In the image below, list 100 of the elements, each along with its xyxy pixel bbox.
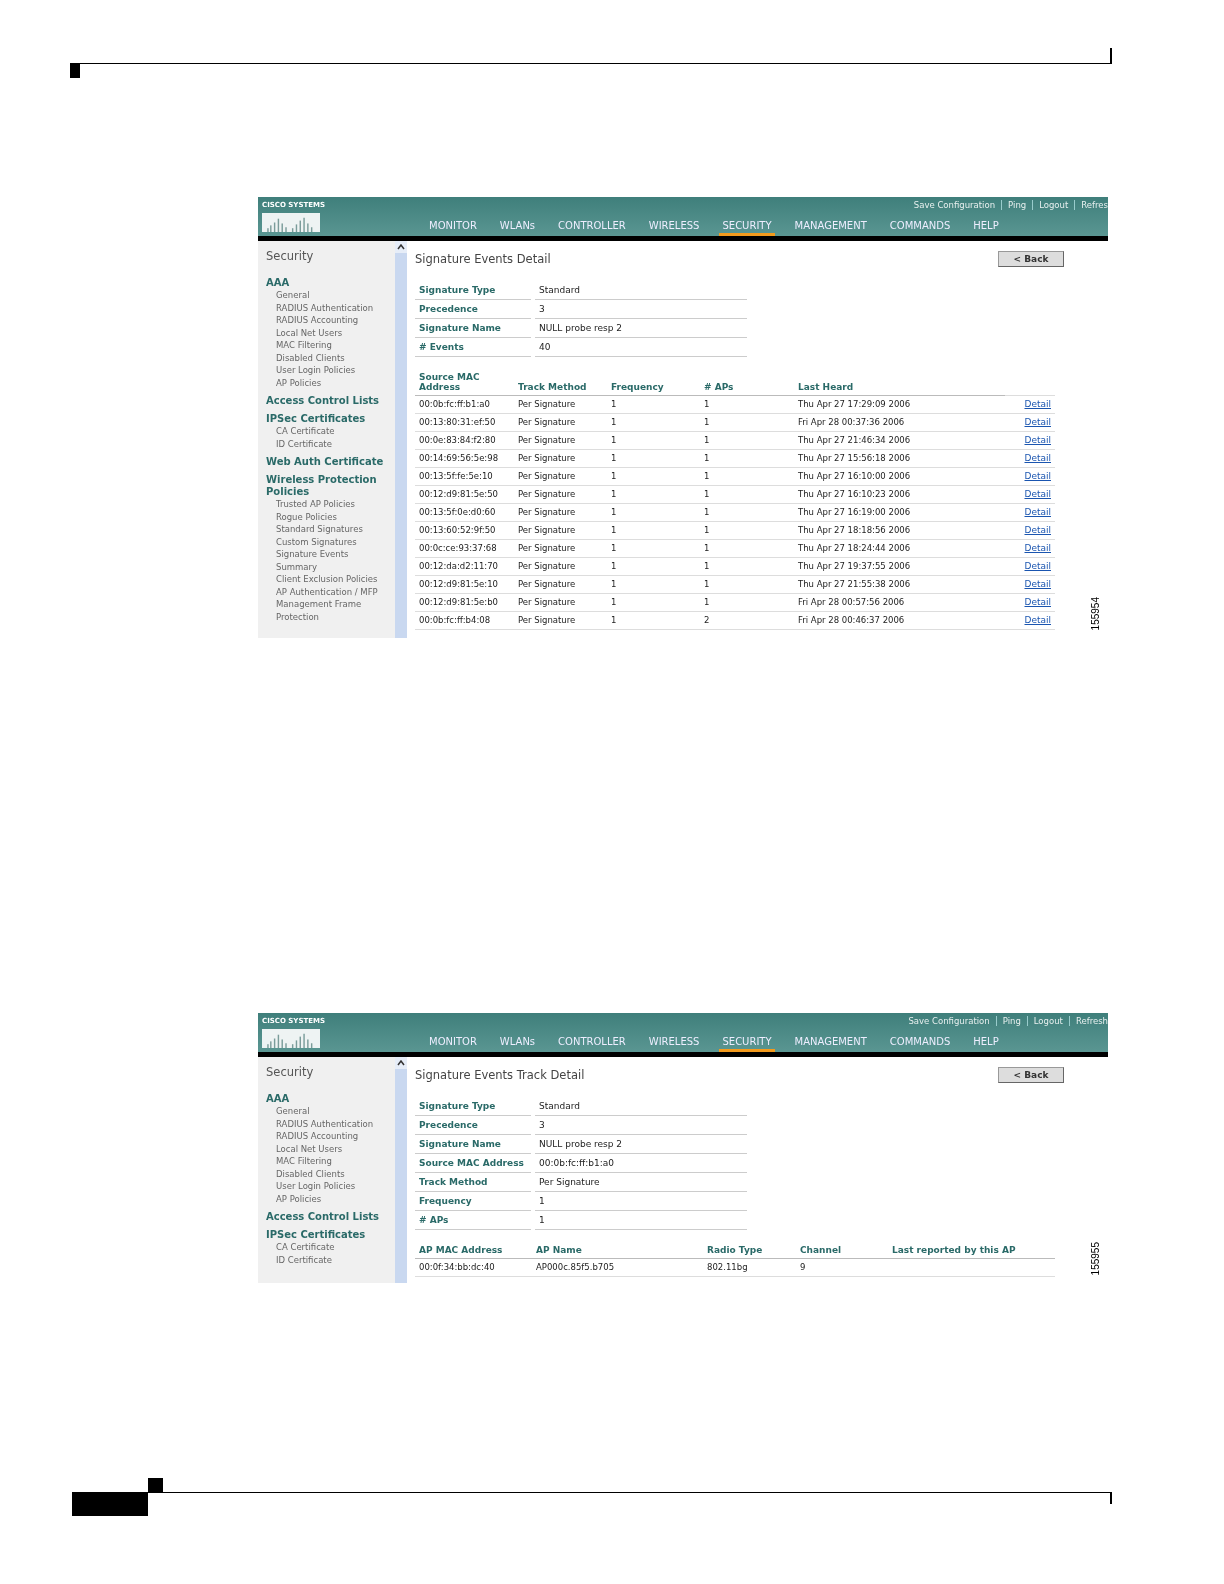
detail-link[interactable]: Detail (1024, 561, 1051, 572)
sidebar-item[interactable]: CA Certificate (266, 1241, 391, 1254)
column-header: Channel (796, 1242, 888, 1259)
nav-tab[interactable]: WLANs (496, 1036, 539, 1052)
detail-link[interactable]: Detail (1024, 453, 1051, 464)
nav-tab[interactable]: MONITOR (426, 220, 480, 236)
nav-tab[interactable]: MONITOR (426, 1036, 480, 1052)
header-link[interactable]: Save Configuration (907, 1016, 990, 1026)
scroll-up-button[interactable] (395, 241, 407, 253)
detail-link[interactable]: Detail (1024, 615, 1051, 626)
header-link[interactable]: Logout (1026, 1016, 1063, 1026)
sidebar-item[interactable]: Management Frame Protection (266, 598, 391, 623)
sidebar-heading[interactable]: AAA (266, 1093, 391, 1105)
nav-tab[interactable]: MANAGEMENT (791, 1036, 870, 1052)
sidebar-item[interactable]: Disabled Clients (266, 1167, 391, 1180)
nav-tab[interactable]: COMMANDS (886, 220, 954, 236)
sidebar-item[interactable]: ID Certificate (266, 437, 391, 450)
header-link[interactable]: Logout (1032, 200, 1069, 210)
sidebar-item[interactable]: Custom Signatures (266, 535, 391, 548)
back-button[interactable]: < Back (998, 251, 1064, 267)
table-cell: 00:13:60:52:9f:50 (415, 522, 514, 540)
nav-tab[interactable]: WLANs (496, 220, 539, 236)
nav-tab[interactable]: WIRELESS (645, 1036, 703, 1052)
nav-tab[interactable]: HELP (970, 220, 1002, 236)
sidebar-item[interactable]: General (266, 289, 391, 302)
detail-label: Signature Type (415, 281, 531, 300)
table-cell: Thu Apr 27 18:18:56 2006 (794, 522, 1005, 540)
back-button[interactable]: < Back (998, 1067, 1064, 1083)
detail-link[interactable]: Detail (1024, 489, 1051, 500)
sidebar-heading[interactable]: Wireless Protection Policies (266, 474, 391, 498)
sidebar-item[interactable]: Local Net Users (266, 326, 391, 339)
table-cell: Per Signature (514, 594, 607, 612)
detail-label: Precedence (415, 1116, 531, 1135)
detail-link[interactable]: Detail (1024, 435, 1051, 446)
sidebar-item[interactable]: Signature Events Summary (266, 548, 391, 573)
sidebar-item[interactable]: General (266, 1105, 391, 1118)
table-cell: Per Signature (514, 504, 607, 522)
table-cell: Per Signature (514, 414, 607, 432)
detail-value: 1 (535, 1192, 747, 1211)
header-link[interactable]: Refres (1074, 200, 1108, 210)
nav-tab[interactable]: MANAGEMENT (791, 220, 870, 236)
scroll-up-button[interactable] (395, 1057, 407, 1069)
nav-tab[interactable]: SECURITY (719, 220, 775, 236)
sidebar-item[interactable]: CA Certificate (266, 425, 391, 438)
detail-link[interactable]: Detail (1024, 471, 1051, 482)
header-link[interactable]: Ping (1001, 200, 1027, 210)
sidebar-heading[interactable]: Access Control Lists (266, 1211, 391, 1223)
sidebar-item[interactable]: Rogue Policies (266, 510, 391, 523)
sidebar-heading[interactable]: IPSec Certificates (266, 1229, 391, 1241)
header-link[interactable]: Ping (995, 1016, 1021, 1026)
sidebar-item[interactable]: ID Certificate (266, 1253, 391, 1266)
sidebar-item[interactable]: Client Exclusion Policies (266, 573, 391, 586)
sidebar-heading[interactable]: AAA (266, 277, 391, 289)
table-cell: 1 (607, 396, 700, 414)
sidebar-item[interactable]: AP Authentication / MFP (266, 585, 391, 598)
scrollbar[interactable] (395, 241, 407, 638)
sidebar-item[interactable]: Local Net Users (266, 1142, 391, 1155)
column-header: Last reported by this AP (888, 1242, 1055, 1259)
detail-value: 3 (535, 300, 747, 319)
sidebar-item[interactable]: RADIUS Authentication (266, 1117, 391, 1130)
sidebar-item[interactable]: AP Policies (266, 1192, 391, 1205)
sidebar-item[interactable]: RADIUS Accounting (266, 314, 391, 327)
nav-tab[interactable]: HELP (970, 1036, 1002, 1052)
sidebar-heading[interactable]: Access Control Lists (266, 395, 391, 407)
sidebar-item[interactable]: Trusted AP Policies (266, 498, 391, 511)
table-cell: 1 (700, 486, 794, 504)
sidebar-item[interactable]: Disabled Clients (266, 351, 391, 364)
sidebar-heading[interactable]: Web Auth Certificate (266, 456, 391, 468)
nav-tab[interactable]: COMMANDS (886, 1036, 954, 1052)
sidebar-item[interactable]: User Login Policies (266, 1180, 391, 1193)
table-cell: Thu Apr 27 21:46:34 2006 (794, 432, 1005, 450)
header-link[interactable]: Refresh (1068, 1016, 1108, 1026)
header-link[interactable]: Save Configuration (912, 200, 996, 210)
table-cell: Per Signature (514, 612, 607, 630)
sidebar-item[interactable]: RADIUS Authentication (266, 301, 391, 314)
figure-number: 155955 (1090, 1241, 1101, 1275)
table-cell: 1 (700, 468, 794, 486)
detail-label: Precedence (415, 300, 531, 319)
nav-tab[interactable]: CONTROLLER (555, 1036, 629, 1052)
table-cell: 9 (796, 1259, 888, 1277)
sidebar-item[interactable]: Standard Signatures (266, 523, 391, 536)
sidebar-item[interactable]: User Login Policies (266, 364, 391, 377)
sidebar-item[interactable]: MAC Filtering (266, 1155, 391, 1168)
table-cell: AP000c.85f5.b705 (532, 1259, 703, 1277)
nav-tab[interactable]: CONTROLLER (555, 220, 629, 236)
detail-link[interactable]: Detail (1024, 579, 1051, 590)
detail-link[interactable]: Detail (1024, 507, 1051, 518)
detail-link[interactable]: Detail (1024, 597, 1051, 608)
sidebar-title: Security (266, 1065, 315, 1079)
sidebar-heading[interactable]: IPSec Certificates (266, 413, 391, 425)
sidebar-item[interactable]: RADIUS Accounting (266, 1130, 391, 1143)
nav-tab[interactable]: WIRELESS (645, 220, 703, 236)
detail-link[interactable]: Detail (1024, 543, 1051, 554)
detail-link[interactable]: Detail (1024, 525, 1051, 536)
sidebar-item[interactable]: MAC Filtering (266, 339, 391, 352)
sidebar-item[interactable]: AP Policies (266, 376, 391, 389)
detail-link[interactable]: Detail (1024, 417, 1051, 428)
detail-link[interactable]: Detail (1024, 399, 1051, 410)
nav-tab[interactable]: SECURITY (719, 1036, 775, 1052)
scrollbar[interactable] (395, 1057, 407, 1283)
